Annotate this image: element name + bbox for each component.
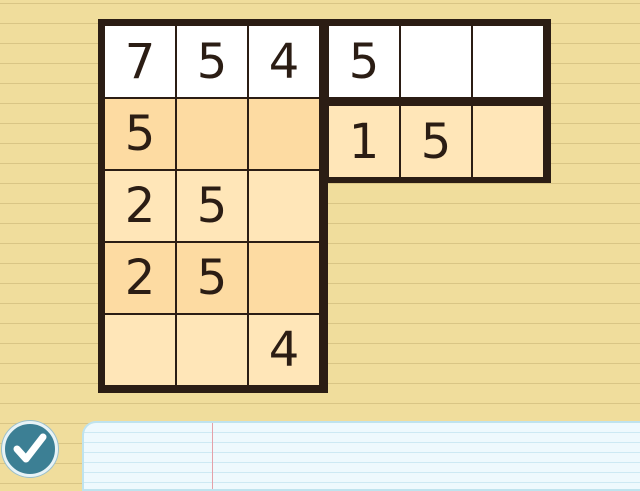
right-grid-cell-r1-c1[interactable]: 5 — [329, 26, 399, 97]
left-grid-cell-r5-c2[interactable] — [177, 315, 247, 385]
check-button[interactable] — [2, 421, 58, 477]
left-grid-cell-r2-c2[interactable] — [177, 99, 247, 169]
left-grid-cell-r1-c1[interactable]: 7 — [105, 26, 175, 97]
left-grid-cell-r3-c3[interactable] — [249, 171, 319, 241]
puzzle-grid-left: 754525254 — [98, 19, 328, 393]
left-grid-cell-r4-c3[interactable] — [249, 243, 319, 313]
left-grid-cell-r3-c1[interactable]: 2 — [105, 171, 175, 241]
left-grid-cell-r4-c1[interactable]: 2 — [105, 243, 175, 313]
checkmark-icon — [13, 433, 47, 463]
left-grid-cell-r2-c1[interactable]: 5 — [105, 99, 175, 169]
right-grid-cell-r2-c2[interactable]: 5 — [401, 106, 471, 177]
notes-margin-line — [212, 423, 213, 489]
right-grid-cell-r2-c3[interactable] — [473, 106, 543, 177]
left-grid-cell-r1-c2[interactable]: 5 — [177, 26, 247, 97]
left-grid-cell-r5-c3[interactable]: 4 — [249, 315, 319, 385]
left-grid-cell-r4-c2[interactable]: 5 — [177, 243, 247, 313]
left-grid-cell-r1-c3[interactable]: 4 — [249, 26, 319, 97]
right-grid-cell-r1-c3[interactable] — [473, 26, 543, 97]
left-grid-cell-r3-c2[interactable]: 5 — [177, 171, 247, 241]
notes-pad[interactable] — [82, 421, 640, 491]
right-grid-cell-r2-c1[interactable]: 1 — [329, 106, 399, 177]
left-grid-cell-r2-c3[interactable] — [249, 99, 319, 169]
left-grid-cell-r5-c1[interactable] — [105, 315, 175, 385]
puzzle-grid-right: 515 — [322, 19, 551, 183]
right-grid-cell-r1-c2[interactable] — [401, 26, 471, 97]
